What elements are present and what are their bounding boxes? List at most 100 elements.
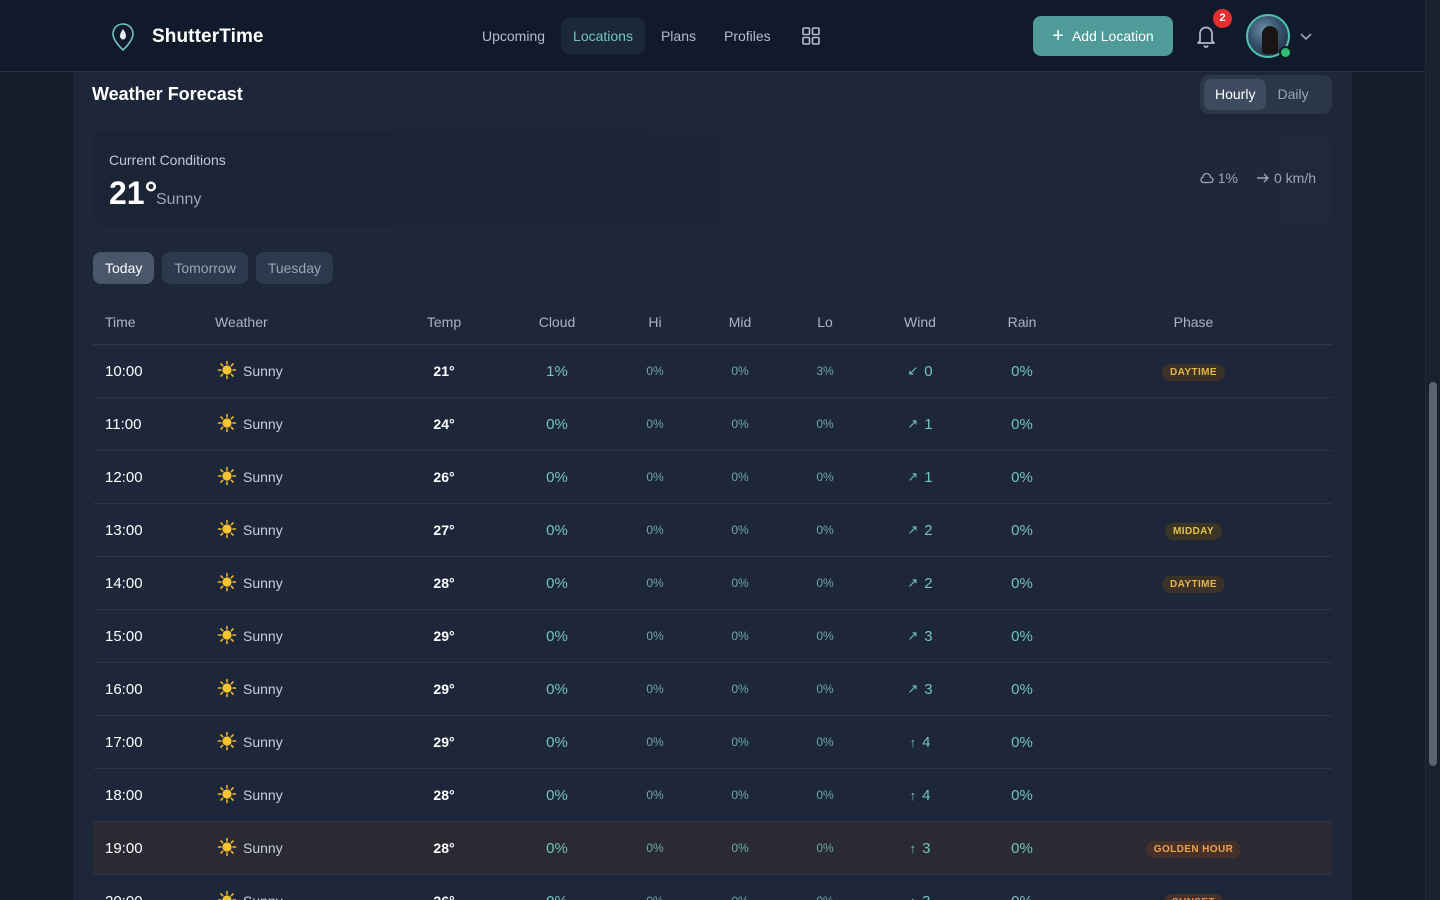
column-header-phase[interactable]: Phase [1055, 314, 1332, 330]
cell-temp: 28° [433, 840, 455, 856]
column-header-lo[interactable]: Lo [799, 314, 851, 330]
current-stats: 1% 0 km/h [1182, 170, 1316, 186]
table-row[interactable]: 15:00 Sunny 29° 0% 0% 0% 0% ↗ 3 0% [93, 610, 1332, 663]
table-row[interactable]: 18:00 Sunny 28° 0% 0% 0% 0% ↑ 4 0% [93, 769, 1332, 822]
table-row[interactable]: 13:00 Sunny 27° 0% 0% 0% 0% ↗ 2 0% MIDDAY [93, 504, 1332, 557]
cell-weather: Sunny [215, 890, 403, 900]
cell-hi: 0% [646, 841, 664, 855]
cell-weather: Sunny [215, 572, 403, 595]
cell-wind: ↑3 [851, 840, 989, 857]
cell-temp: 28° [433, 575, 455, 591]
cell-wind: ↙ 0 [851, 363, 989, 380]
column-header-rain[interactable]: Rain [989, 314, 1055, 330]
add-location-button[interactable]: + Add Location [1033, 16, 1173, 56]
cell-weather-label: Sunny [243, 363, 283, 379]
nav-link-profiles[interactable]: Profiles [712, 18, 783, 54]
cell-temp: 24° [433, 416, 455, 432]
cell-phase: DAYTIME [1055, 362, 1332, 381]
nav-link-locations[interactable]: Locations [561, 18, 645, 54]
table-row[interactable]: 19:00 Sunny 28° 0% 0% 0% 0% ↑ 3 0% GOLDEN HOUR [93, 822, 1332, 875]
sun-icon [217, 784, 237, 807]
table-row[interactable]: 14:00 Sunny 28° 0% 0% 0% 0% ↗ 2 0% DAYTIME [93, 557, 1332, 610]
sun-icon [217, 837, 237, 860]
add-location-label: Add Location [1071, 28, 1154, 44]
table-row[interactable]: 10:00 Sunny 21° 1% 0% 0% 3% ↙ 0 0% DAYTIME [93, 345, 1332, 398]
cell-mid: 0% [731, 576, 749, 590]
cell-wind-speed: 1 [924, 468, 933, 486]
cell-time: 10:00 [105, 362, 143, 380]
cell-mid: 0% [731, 417, 749, 431]
table-row[interactable]: 20:00Sunny26°0%0%0%0%↑30%SUNSET [93, 875, 1332, 900]
grid-icon[interactable] [793, 18, 829, 54]
cell-lo: 0% [816, 841, 834, 855]
cell-cloud: 0% [546, 521, 568, 539]
cell-weather-label: Sunny [243, 681, 283, 697]
chevron-down-icon[interactable] [1299, 29, 1313, 43]
cell-lo: 0% [816, 735, 834, 749]
sun-icon [217, 572, 237, 595]
cell-lo: 0% [816, 788, 834, 802]
phase-badge: DAYTIME [1162, 575, 1225, 593]
table-row[interactable]: 16:00 Sunny 29° 0% 0% 0% 0% ↗ 3 0% [93, 663, 1332, 716]
sun-icon [217, 731, 237, 754]
cell-cloud: 0% [546, 627, 568, 645]
cell-weather: Sunny [215, 466, 403, 489]
tab-tomorrow[interactable]: Tomorrow [162, 252, 248, 284]
toggle-hourly[interactable]: Hourly [1204, 79, 1267, 110]
cell-rain: 0% [1011, 574, 1033, 592]
cell-mid: 0% [731, 470, 749, 484]
table-row[interactable]: 17:00 Sunny 29° 0% 0% 0% 0% ↑ 4 0% [93, 716, 1332, 769]
column-header-weather[interactable]: Weather [215, 314, 403, 330]
view-toggle: Hourly Daily [1200, 75, 1332, 114]
column-header-temp[interactable]: Temp [403, 314, 485, 330]
wind-direction-icon: ↗ [907, 416, 919, 431]
cell-temp: 29° [433, 734, 455, 750]
scrollbar-thumb[interactable] [1429, 382, 1437, 766]
cell-time: 18:00 [105, 786, 143, 804]
sun-icon [217, 519, 237, 542]
arrow-right-icon [1256, 173, 1269, 183]
current-cloud-stat: 1% [1200, 170, 1238, 186]
wind-direction-icon: ↗ [907, 469, 919, 484]
cell-weather-label: Sunny [243, 840, 283, 856]
cell-weather: Sunny [215, 784, 403, 807]
cell-rain: 0% [1011, 468, 1033, 486]
cloud-icon [1200, 172, 1214, 184]
sun-icon [217, 360, 237, 383]
current-wind-value: 0 km/h [1273, 170, 1316, 186]
cell-wind-speed: 2 [924, 521, 933, 539]
cell-lo: 0% [816, 682, 834, 696]
nav-link-plans[interactable]: Plans [649, 18, 708, 54]
current-conditions-card: Current Conditions 21° Sunny 1% 0 km/h [93, 131, 1332, 227]
cell-mid: 0% [731, 629, 749, 643]
cell-hi: 0% [646, 417, 664, 431]
table-row[interactable]: 12:00 Sunny 26° 0% 0% 0% 0% ↗ 1 0% [93, 451, 1332, 504]
cell-wind: ↑3 [851, 893, 989, 900]
wind-direction-icon: ↗ [907, 628, 919, 643]
table-row[interactable]: 11:00 Sunny 24° 0% 0% 0% 0% ↗ 1 0% [93, 398, 1332, 451]
cell-wind-speed: 3 [922, 839, 931, 857]
column-header-cloud[interactable]: Cloud [485, 314, 629, 330]
column-header-mid[interactable]: Mid [681, 314, 799, 330]
bell-icon[interactable] [1194, 23, 1220, 49]
nav-link-upcoming[interactable]: Upcoming [470, 18, 557, 54]
tab-tuesday[interactable]: Tuesday [255, 252, 334, 284]
cell-rain: 0% [1011, 733, 1033, 751]
cell-weather-label: Sunny [243, 575, 283, 591]
toggle-daily[interactable]: Daily [1266, 79, 1319, 110]
cell-mid: 0% [681, 894, 799, 900]
cell-hi: 0% [646, 788, 664, 802]
cell-weather: Sunny [215, 731, 403, 754]
cell-cloud: 0% [546, 415, 568, 433]
column-header-wind[interactable]: Wind [851, 314, 989, 330]
cell-weather-label: Sunny [243, 893, 283, 900]
current-temperature: 21° [109, 175, 158, 211]
column-header-time[interactable]: Time [93, 314, 215, 330]
cell-weather-label: Sunny [243, 469, 283, 485]
hourly-forecast-table: Time Weather Temp Cloud Hi Mid Lo Wind R… [93, 300, 1332, 900]
cell-phase: SUNSET [1055, 892, 1332, 900]
brand[interactable]: ShutterTime [110, 22, 264, 52]
tab-today[interactable]: Today [93, 252, 155, 284]
column-header-hi[interactable]: Hi [629, 314, 681, 330]
wind-direction-icon: ↗ [907, 522, 919, 537]
